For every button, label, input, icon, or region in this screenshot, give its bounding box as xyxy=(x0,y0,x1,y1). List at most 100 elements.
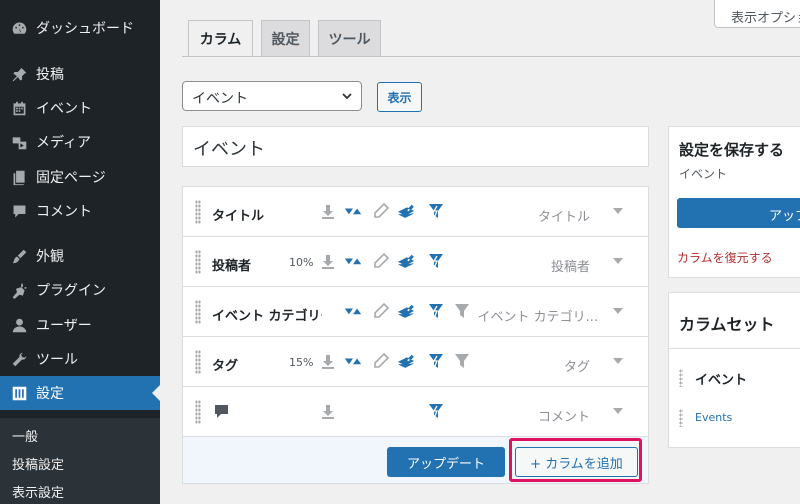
drag-handle-icon[interactable] xyxy=(679,409,683,427)
comment-icon xyxy=(10,202,28,220)
sort-icon xyxy=(344,202,362,220)
smart-filter-icon xyxy=(427,202,445,220)
menu-label: メディア xyxy=(36,135,92,151)
bulk-edit-icon xyxy=(397,352,415,370)
menu-pages[interactable]: 固定ページ xyxy=(0,160,160,194)
menu-label: 設定 xyxy=(36,386,64,402)
menu-label: ユーザー xyxy=(36,318,92,334)
bulk-edit-icon xyxy=(397,202,415,220)
column-row[interactable]: タイトル タイトル xyxy=(183,187,648,237)
smart-filter-icon xyxy=(427,352,445,370)
screen-options-button[interactable]: 表示オプション xyxy=(714,0,800,28)
smart-filter-icon xyxy=(427,402,445,420)
divider xyxy=(669,348,800,349)
menu-media[interactable]: メディア xyxy=(0,125,160,159)
menu-appearance[interactable]: 外観 xyxy=(0,239,160,273)
menu-comments[interactable]: コメント xyxy=(0,194,160,228)
pin-icon xyxy=(10,65,28,83)
submenu-reading[interactable]: 表示設定 xyxy=(12,482,64,501)
edit-pencil-icon xyxy=(372,302,390,320)
column-row[interactable]: タグ 15% タグ xyxy=(183,337,648,387)
menu-events[interactable]: イベント xyxy=(0,91,160,125)
column-type: コメント xyxy=(537,410,590,425)
drag-handle-icon[interactable] xyxy=(679,369,683,387)
update-button[interactable]: アップデート xyxy=(387,447,505,477)
column-label: タグ xyxy=(212,359,239,374)
menu-label: 投稿 xyxy=(36,67,64,83)
menu-label: ツール xyxy=(36,352,78,368)
menu-label: 外観 xyxy=(36,249,64,265)
export-icon xyxy=(319,402,337,420)
caret-down-icon[interactable] xyxy=(613,258,623,264)
save-update-button[interactable]: アップデート xyxy=(677,198,800,228)
settings-icon xyxy=(10,384,28,402)
save-panel-title: 設定を保存する xyxy=(679,141,785,159)
menu-label: プラグイン xyxy=(36,283,106,299)
sort-icon xyxy=(344,302,362,320)
drag-handle-icon[interactable] xyxy=(195,250,201,274)
export-icon xyxy=(319,202,337,220)
edit-pencil-icon xyxy=(372,202,390,220)
filter-icon xyxy=(453,352,471,370)
column-width: 15% xyxy=(289,356,314,369)
column-label: 投稿者 xyxy=(212,259,252,274)
user-icon xyxy=(10,316,28,334)
export-icon xyxy=(319,252,337,270)
submenu-writing[interactable]: 投稿設定 xyxy=(12,454,64,473)
column-label: タイトル xyxy=(212,209,265,224)
edit-pencil-icon xyxy=(372,252,390,270)
tab-divider xyxy=(182,56,800,57)
caret-down-icon[interactable] xyxy=(613,358,623,364)
menu-label: ダッシュボード xyxy=(36,21,134,37)
menu-tools[interactable]: ツール xyxy=(0,342,160,376)
menu-label: コメント xyxy=(36,204,92,220)
sort-icon xyxy=(344,252,362,270)
drag-handle-icon[interactable] xyxy=(195,400,201,424)
drag-handle-icon[interactable] xyxy=(195,350,201,374)
column-row[interactable]: コメント xyxy=(183,387,648,437)
calendar-icon xyxy=(10,99,28,117)
edit-pencil-icon xyxy=(372,352,390,370)
caret-down-icon[interactable] xyxy=(613,208,623,214)
tab-tools[interactable]: ツール xyxy=(318,20,381,56)
comment-icon xyxy=(213,402,231,420)
column-set-title: カラムセット xyxy=(679,315,775,334)
list-screen-select-value: イベント xyxy=(192,91,248,107)
column-type: イベント カテゴリ... xyxy=(477,310,598,325)
column-set-link[interactable]: Events xyxy=(695,411,732,424)
sort-icon xyxy=(344,352,362,370)
highlight-frame xyxy=(509,438,642,482)
drag-handle-icon[interactable] xyxy=(195,300,201,324)
restore-columns-link[interactable]: カラムを復元する xyxy=(677,249,773,266)
menu-settings[interactable]: 設定 xyxy=(0,376,160,410)
plugin-icon xyxy=(10,281,28,299)
show-button[interactable]: 表示 xyxy=(377,82,422,112)
list-title-input[interactable]: イベント xyxy=(182,126,649,167)
brush-icon xyxy=(10,247,28,265)
column-type: 投稿者 xyxy=(550,260,590,275)
bulk-edit-icon xyxy=(397,252,415,270)
media-icon xyxy=(10,133,28,151)
wrench-icon xyxy=(10,350,28,368)
column-set-item: イベント xyxy=(695,373,748,388)
column-label: イベント カテゴリー xyxy=(212,309,322,324)
menu-users[interactable]: ユーザー xyxy=(0,308,160,342)
column-row[interactable]: イベント カテゴリー イベント カテゴリ... xyxy=(183,287,648,337)
column-set-panel: カラムセット イベント Events xyxy=(668,292,800,448)
tab-settings[interactable]: 設定 xyxy=(261,20,310,56)
save-panel-subtitle: イベント xyxy=(679,167,728,181)
list-screen-select[interactable]: イベント xyxy=(182,81,362,111)
drag-handle-icon[interactable] xyxy=(195,200,201,224)
save-settings-panel: 設定を保存する イベント アップデート カラムを復元する xyxy=(668,126,800,278)
menu-plugins[interactable]: プラグイン xyxy=(0,273,160,307)
page-icon xyxy=(10,168,28,186)
column-width: 10% xyxy=(289,256,314,269)
menu-dashboard[interactable]: ダッシュボード xyxy=(0,11,160,45)
caret-down-icon[interactable] xyxy=(613,308,623,314)
column-row[interactable]: 投稿者 10% 投稿者 xyxy=(183,237,648,287)
submenu-general[interactable]: 一般 xyxy=(12,426,38,445)
tab-columns[interactable]: カラム xyxy=(188,20,253,57)
caret-down-icon[interactable] xyxy=(613,408,623,414)
menu-posts[interactable]: 投稿 xyxy=(0,57,160,91)
smart-filter-icon xyxy=(427,302,445,320)
